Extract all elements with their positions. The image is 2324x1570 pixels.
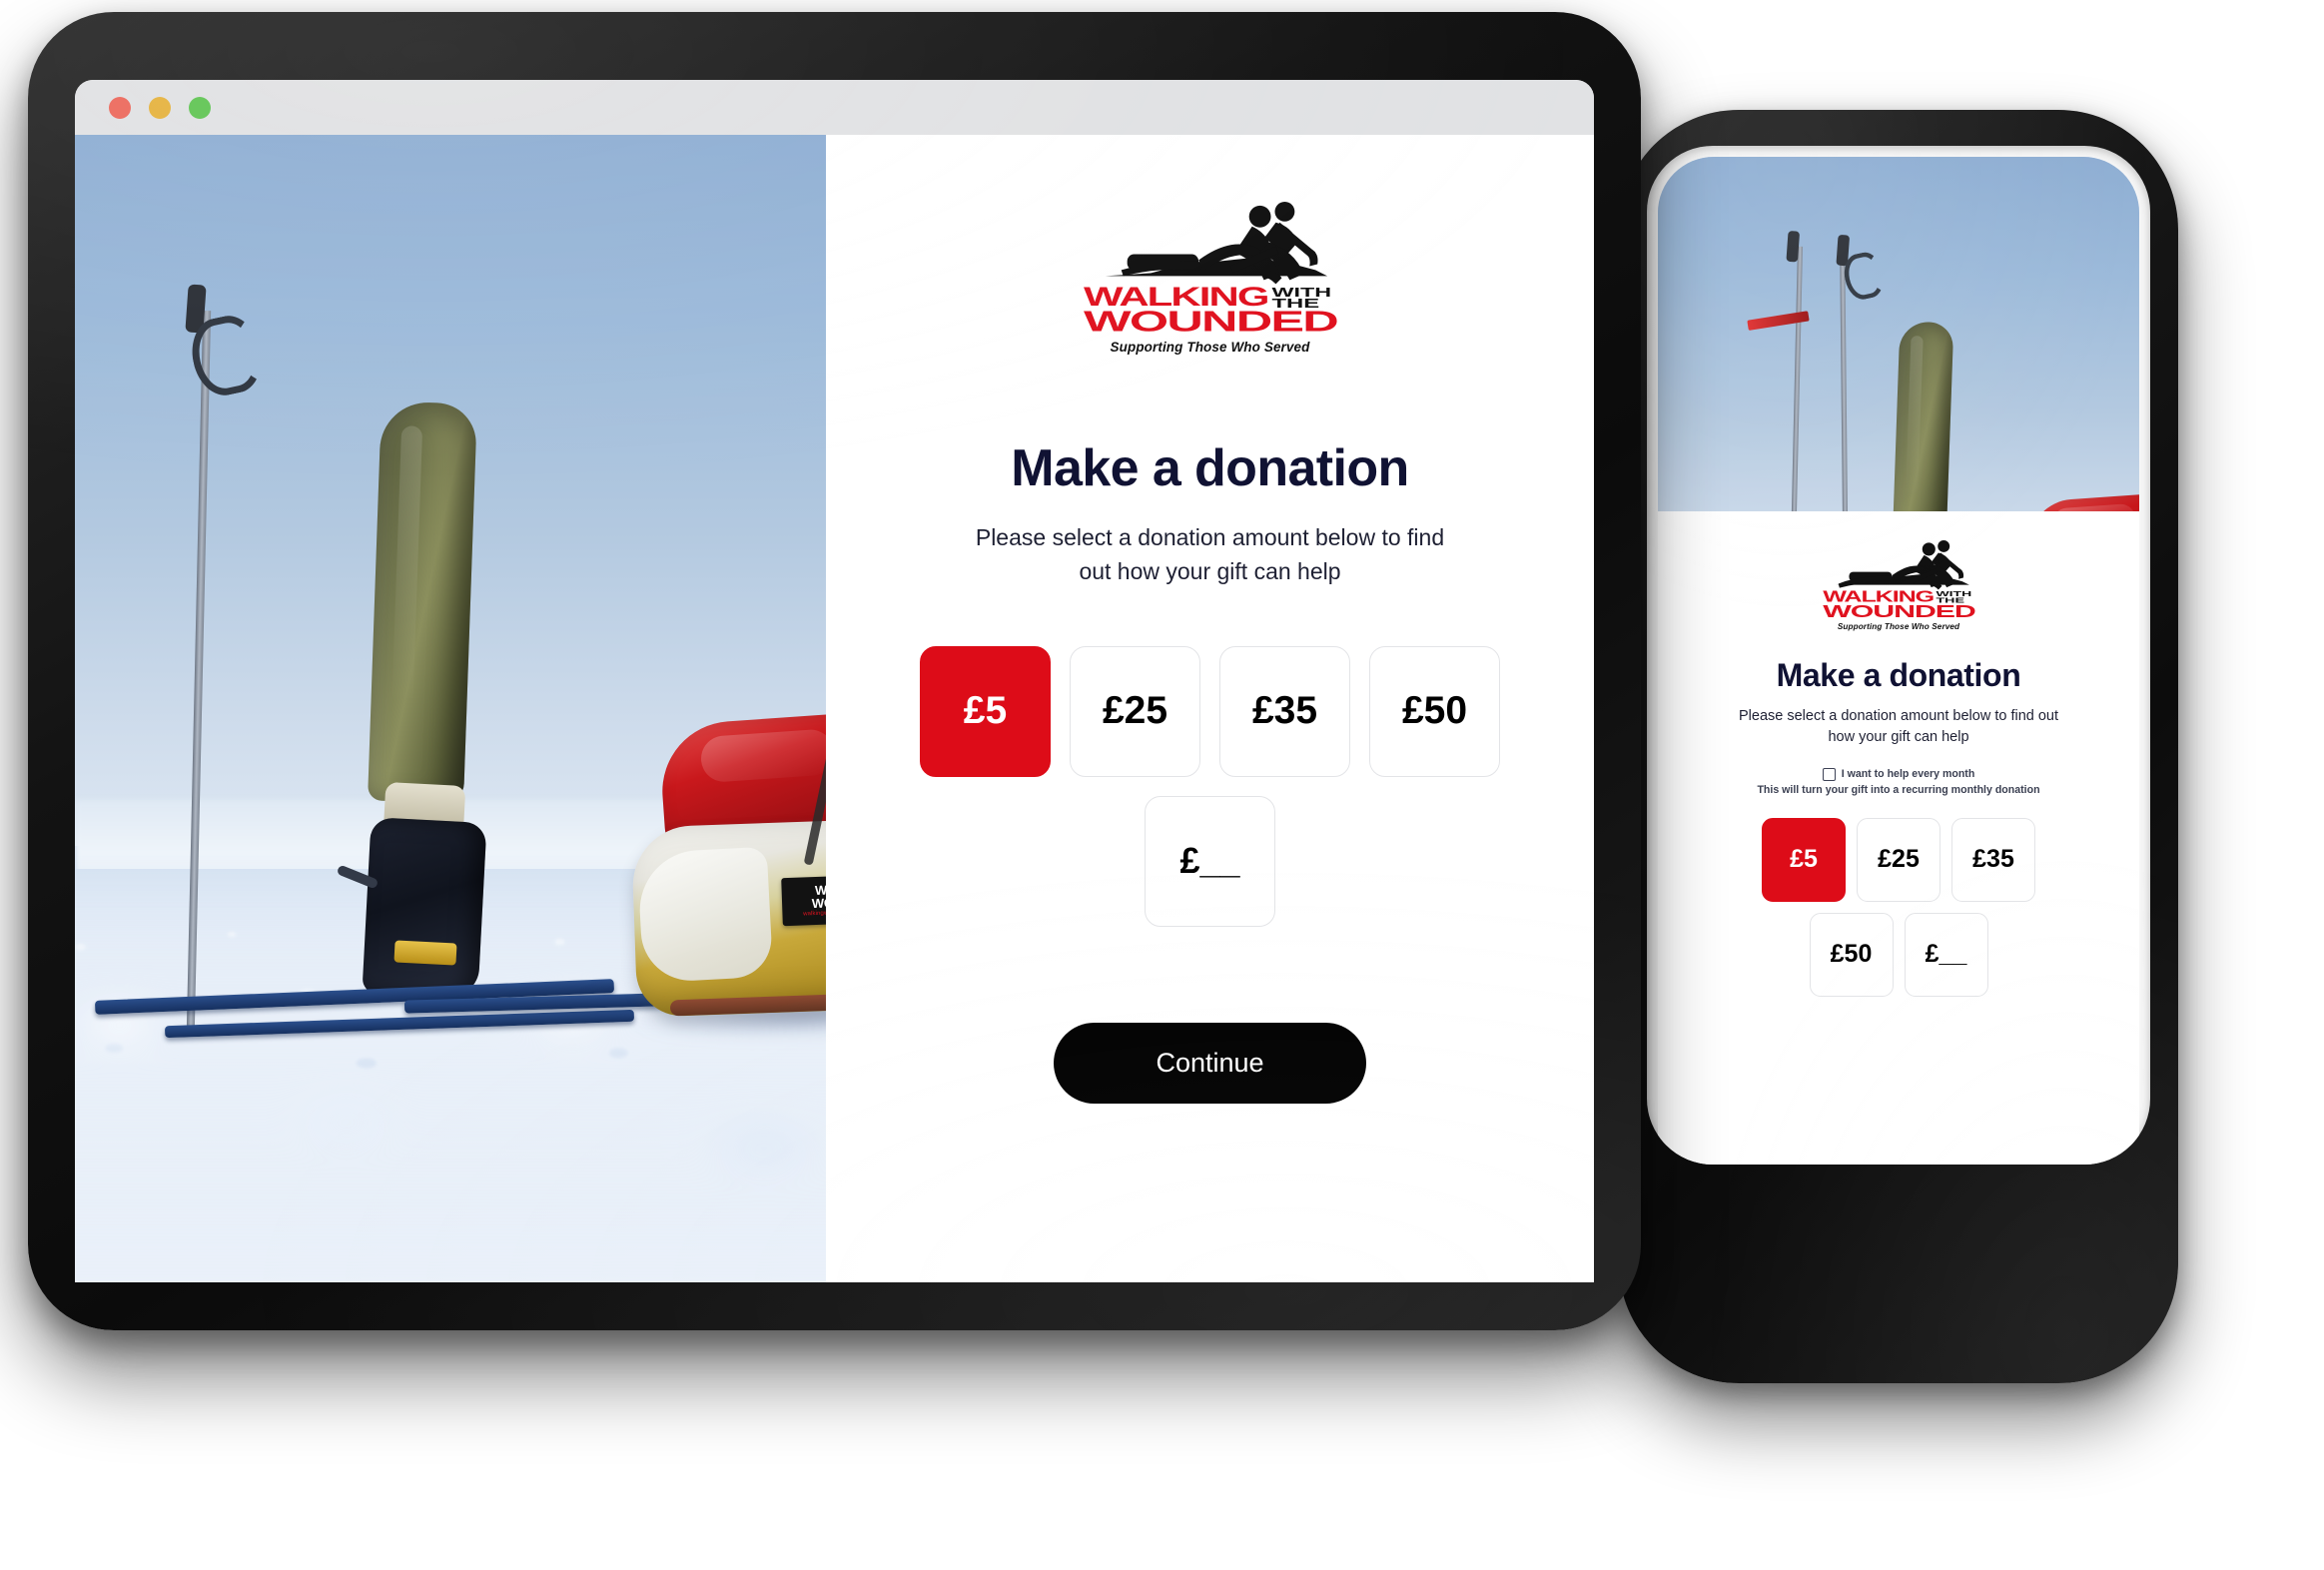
amount-options-row-1: £5 £25 £35 £50: [920, 645, 1500, 777]
ski-boot: [362, 817, 487, 999]
laptop-screen: WALKING WOUNDED walkingwiththewounded.or…: [75, 80, 1594, 1282]
brand-wordmark-mobile: WALKING WITH THE WOUNDED: [1823, 588, 1975, 621]
brand-tagline-mobile: Supporting Those Who Served: [1837, 621, 1960, 631]
sled-brand-label: WALKING WOUNDED walkingwiththewounded.or…: [781, 873, 826, 927]
mobile-page-subtitle: Please select a donation amount below to…: [1738, 707, 2059, 745]
close-window-icon[interactable]: [109, 96, 131, 119]
brand-logo: WALKING WITH THE WOUNDED Supporting Thos…: [1082, 197, 1339, 355]
phone-bezel: WALKING WOUNDED walkingwiththewounded.or…: [1647, 146, 2150, 1165]
amount-option-5[interactable]: £5: [920, 645, 1051, 777]
mobile-amount-option-5[interactable]: £5: [1762, 817, 1846, 902]
laptop-device-frame: WALKING WOUNDED walkingwiththewounded.or…: [28, 12, 1641, 1330]
amount-option-50[interactable]: £50: [1369, 645, 1500, 777]
phone-device-frame: WALKING WOUNDED walkingwiththewounded.or…: [1619, 110, 2178, 1383]
hero-photo: WALKING WOUNDED walkingwiththewounded.or…: [75, 135, 826, 1282]
svg-text:WOUNDED: WOUNDED: [1823, 601, 1975, 621]
mobile-page-title: Make a donation: [1776, 656, 2021, 693]
amount-option-35[interactable]: £35: [1219, 645, 1350, 777]
maximize-window-icon[interactable]: [189, 96, 211, 119]
checkbox-icon[interactable]: [1822, 767, 1836, 781]
donation-form-panel: WALKING WITH THE WOUNDED Supporting Thos…: [826, 135, 1594, 1282]
mobile-recurring-label: I want to help every month: [1841, 768, 1975, 781]
minimize-window-icon[interactable]: [149, 96, 171, 119]
mobile-amount-row-1: £5 £25 £35: [1762, 817, 2035, 902]
page-title: Make a donation: [1011, 438, 1409, 497]
amount-option-custom[interactable]: £__: [1145, 795, 1275, 927]
brand-wordmark: WALKING WITH THE WOUNDED: [1084, 282, 1338, 338]
brand-logo-mobile: WALKING WITH THE WOUNDED Supporting Thos…: [1822, 537, 1976, 631]
mobile-amount-option-custom[interactable]: £__: [1904, 912, 1988, 997]
mobile-amount-option-35[interactable]: £35: [1951, 817, 2035, 902]
continue-button-wrapper: Continue: [1054, 1022, 1366, 1104]
svg-text:WOUNDED: WOUNDED: [1084, 307, 1337, 338]
brand-tagline: Supporting Those Who Served: [1110, 339, 1310, 355]
device-mockup-stage: WALKING WOUNDED walkingwiththewounded.or…: [0, 0, 2324, 1570]
mobile-recurring-checkbox-row[interactable]: I want to help every month: [1757, 767, 2039, 781]
mobile-amount-option-25[interactable]: £25: [1857, 817, 1940, 902]
amount-options-row-2: £__: [1145, 795, 1275, 927]
mobile-amount-option-50[interactable]: £50: [1809, 912, 1894, 997]
mobile-hero-photo: WALKING WOUNDED walkingwiththewounded.or…: [1658, 157, 2139, 511]
phone-screen: WALKING WOUNDED walkingwiththewounded.or…: [1658, 157, 2139, 1165]
browser-chrome-bar: [75, 80, 1594, 135]
mobile-amount-row-2: £50 £__: [1809, 912, 1988, 997]
amount-option-25[interactable]: £25: [1070, 645, 1200, 777]
mobile-content: WALKING WITH THE WOUNDED Supporting Thos…: [1658, 511, 2139, 997]
page-subtitle: Please select a donation amount below to…: [975, 523, 1445, 584]
sled-label-line2-desktop: WOUNDED: [811, 893, 826, 912]
continue-button[interactable]: Continue: [1054, 1022, 1366, 1104]
mobile-recurring-note: This will turn your gift into a recurrin…: [1757, 783, 2040, 796]
mobile-recurring-section: I want to help every month This will tur…: [1757, 767, 2040, 796]
prosthetic-leg: [368, 400, 477, 804]
donation-page: WALKING WOUNDED walkingwiththewounded.or…: [75, 135, 1594, 1282]
